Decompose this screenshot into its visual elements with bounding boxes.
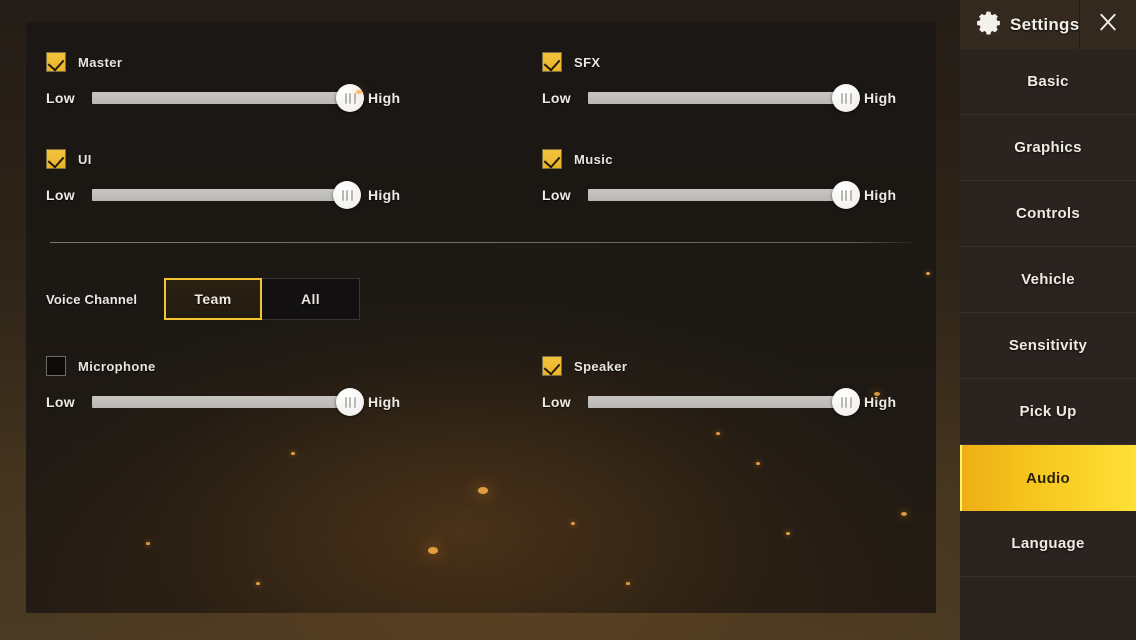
audio-control-row: SFX Low High: [542, 52, 897, 112]
settings-sidebar: Settings Basic Graphics Controls Vehicle Sen…: [960, 0, 1136, 640]
slider-low-label: Low: [46, 90, 75, 106]
slider-high-label: High: [368, 394, 401, 410]
settings-title-group: Settings: [960, 0, 1080, 49]
volume-slider-thumb[interactable]: [333, 181, 362, 209]
audio-control-row: Speaker Low High: [542, 356, 897, 416]
volume-slider-thumb[interactable]: [336, 84, 365, 112]
sidebar-item-vehicle[interactable]: Vehicle: [960, 247, 1136, 313]
slider-high-label: High: [864, 394, 897, 410]
voice-channel-option-team[interactable]: Team: [164, 278, 262, 320]
volume-slider-track-microphone[interactable]: [92, 388, 365, 416]
voice-channel-label: Voice Channel: [46, 291, 138, 307]
slider-low-label: Low: [542, 394, 571, 410]
audio-control-row: Music Low High: [542, 149, 897, 209]
audio-control-row: UI Low High: [46, 149, 401, 209]
audio-toggle-group: SFX: [542, 52, 896, 72]
slider-low-label: Low: [46, 187, 75, 203]
sidebar-item-graphics[interactable]: Graphics: [960, 115, 1136, 181]
audio-settings-panel: Master Low High SFX Low High UI Low High Music Low…: [26, 22, 936, 613]
checkbox-label: Music: [574, 151, 613, 167]
voice-channel-option-all[interactable]: All: [262, 278, 360, 320]
checkbox-sfx[interactable]: [542, 52, 562, 72]
close-icon: [1094, 8, 1122, 41]
sidebar-item-pick-up[interactable]: Pick Up: [960, 379, 1136, 445]
volume-slider-group: Low High: [46, 388, 401, 416]
audio-control-row: Microphone Low High: [46, 356, 401, 416]
volume-slider-group: Low High: [542, 388, 897, 416]
voice-channel-row: Voice Channel Team All: [46, 278, 360, 320]
sidebar-item-controls[interactable]: Controls: [960, 181, 1136, 247]
audio-toggle-group: Master: [46, 52, 400, 72]
volume-slider-group: Low High: [542, 84, 897, 112]
volume-slider-group: Low High: [46, 181, 401, 209]
slider-high-label: High: [368, 187, 401, 203]
volume-slider-track-sfx[interactable]: [588, 84, 861, 112]
volume-slider-track-ui[interactable]: [92, 181, 362, 209]
settings-title: Settings: [1010, 14, 1080, 34]
section-divider: [50, 242, 914, 243]
audio-control-row: Master Low High: [46, 52, 401, 112]
sidebar-header: Settings: [960, 0, 1136, 49]
checkbox-label: Master: [78, 54, 123, 70]
slider-high-label: High: [368, 90, 401, 106]
checkbox-microphone[interactable]: [46, 356, 66, 376]
volume-slider-thumb[interactable]: [336, 388, 365, 416]
checkbox-ui[interactable]: [46, 149, 66, 169]
sidebar-menu: Basic Graphics Controls Vehicle Sensitivity P…: [960, 49, 1136, 577]
sidebar-filler: [960, 577, 1136, 640]
volume-slider-thumb[interactable]: [832, 181, 861, 209]
volume-slider-group: Low High: [542, 181, 897, 209]
audio-toggle-group: Speaker: [542, 356, 896, 376]
audio-toggle-group: Microphone: [46, 356, 400, 376]
sidebar-item-audio[interactable]: Audio: [960, 445, 1136, 511]
close-button[interactable]: [1079, 0, 1136, 49]
slider-high-label: High: [864, 187, 897, 203]
slider-low-label: Low: [542, 187, 571, 203]
volume-slider-thumb[interactable]: [832, 388, 861, 416]
slider-high-label: High: [864, 90, 897, 106]
checkbox-music[interactable]: [542, 149, 562, 169]
checkbox-master[interactable]: [46, 52, 66, 72]
audio-toggle-group: Music: [542, 149, 896, 169]
checkbox-label: SFX: [574, 54, 601, 70]
gear-icon: [976, 10, 1001, 40]
sidebar-item-language[interactable]: Language: [960, 511, 1136, 577]
slider-low-label: Low: [542, 90, 571, 106]
volume-slider-thumb[interactable]: [832, 84, 861, 112]
checkbox-speaker[interactable]: [542, 356, 562, 376]
volume-slider-group: Low High: [46, 84, 401, 112]
sidebar-item-basic[interactable]: Basic: [960, 49, 1136, 115]
volume-slider-track-music[interactable]: [588, 181, 861, 209]
volume-slider-track-speaker[interactable]: [588, 388, 861, 416]
checkbox-label: Speaker: [574, 358, 628, 374]
volume-slider-track-master[interactable]: [92, 84, 365, 112]
audio-toggle-group: UI: [46, 149, 400, 169]
checkbox-label: UI: [78, 151, 92, 167]
sidebar-item-sensitivity[interactable]: Sensitivity: [960, 313, 1136, 379]
voice-channel-segmented-control[interactable]: Team All: [164, 278, 360, 320]
slider-low-label: Low: [46, 394, 75, 410]
game-settings-screen: Master Low High SFX Low High UI Low High Music Low…: [0, 0, 1136, 640]
checkbox-label: Microphone: [78, 358, 156, 374]
